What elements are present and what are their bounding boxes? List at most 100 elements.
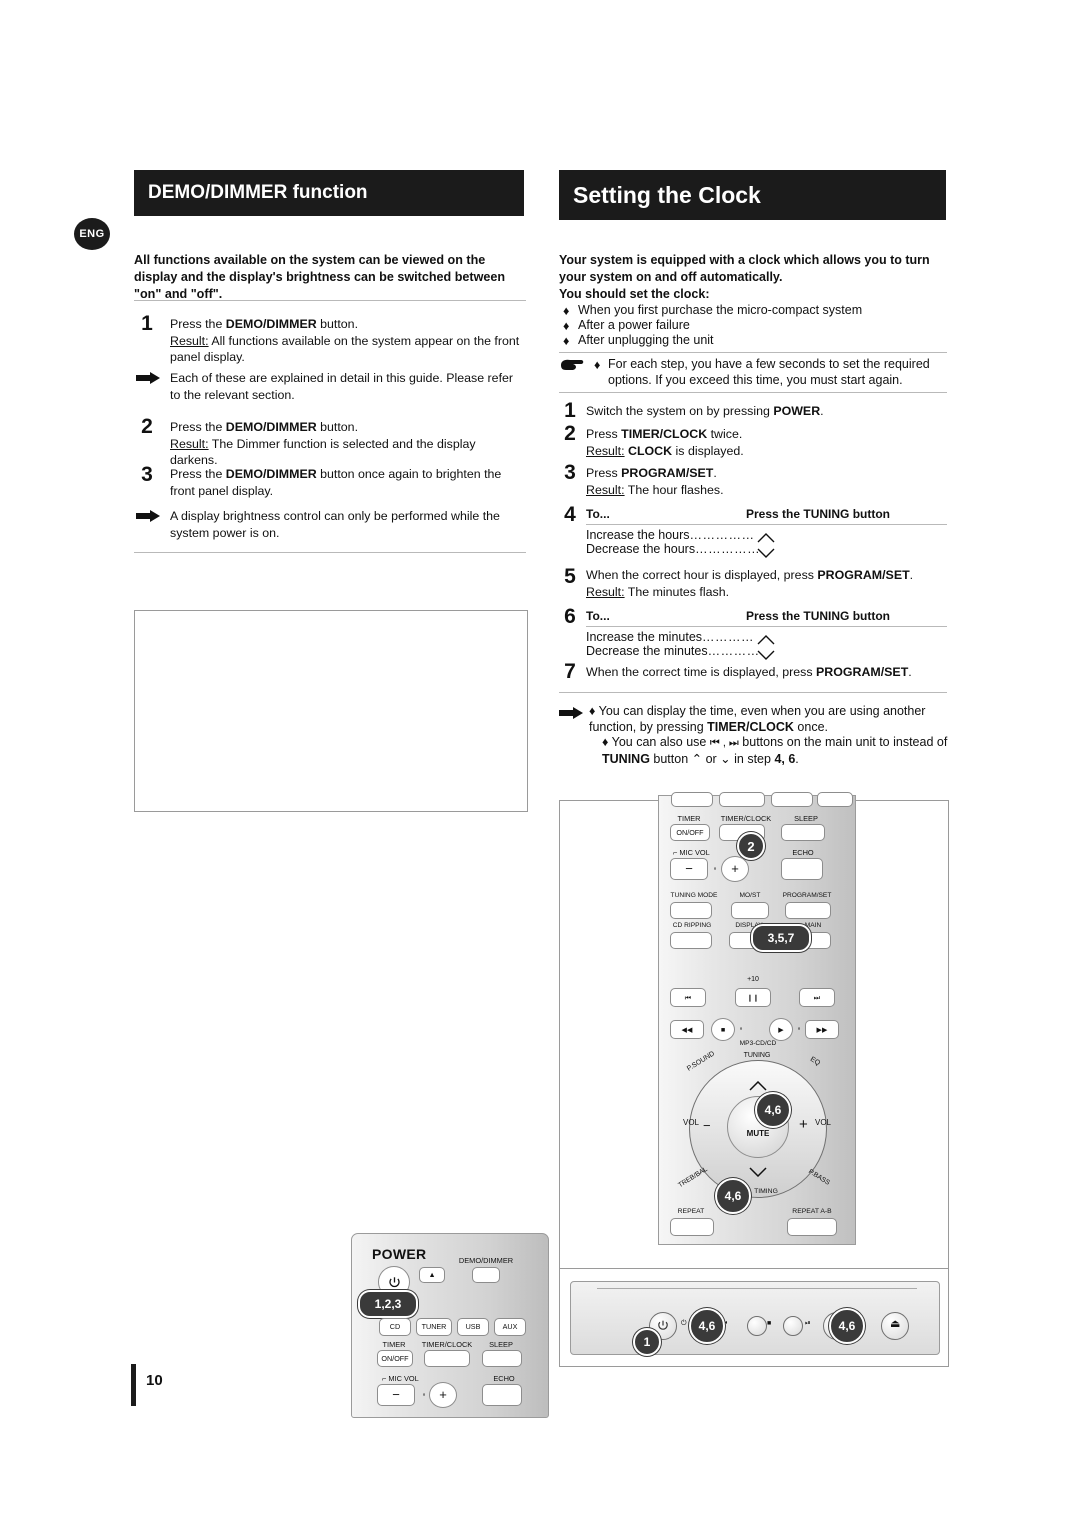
demo-dimmer-bold: DEMO/DIMMER xyxy=(225,317,317,331)
r-echo-button[interactable] xyxy=(781,858,823,880)
plus10-label: +10 xyxy=(747,976,759,983)
vol-right-label: VOL xyxy=(814,1118,831,1127)
demo-dimmer-bold-3: DEMO/DIMMER xyxy=(225,467,317,481)
sleep-button[interactable] xyxy=(482,1350,522,1367)
stop-button[interactable]: ■ xyxy=(711,1018,735,1041)
front-callout-4-6-b: 4,6 xyxy=(829,1308,865,1344)
timer-onoff-button[interactable]: ON/OFF xyxy=(377,1350,413,1367)
mic-vol-text: MIC VOL xyxy=(388,1374,419,1383)
vol-plus-icon[interactable]: + xyxy=(799,1116,808,1133)
r-timer-clock-label: TIMER/CLOCK xyxy=(720,814,772,823)
eject-knob[interactable]: ⏏ xyxy=(881,1312,909,1340)
table2-col2-header: Press the TUNING button xyxy=(746,609,891,623)
chev-dn-inline: ⌄ xyxy=(720,752,731,766)
front-marker-1: ⏻ xyxy=(681,1320,687,1327)
t2r2-dots: ………… xyxy=(707,644,760,658)
t2r1-dots: ………… xyxy=(702,630,755,644)
mic-vol-label: ⌐ MIC VOL xyxy=(382,1374,419,1383)
left-step-3-number: 3 xyxy=(141,463,153,486)
timer-clock-bold: TIMER/CLOCK xyxy=(621,427,708,441)
timer-clock-button[interactable] xyxy=(424,1350,470,1367)
play-button[interactable]: ▶ xyxy=(769,1018,793,1041)
divider-3 xyxy=(559,352,947,353)
next-track-button[interactable]: ⏭ xyxy=(799,988,835,1007)
aux-button[interactable]: AUX xyxy=(494,1318,526,1336)
table1-row2-label: Decrease the hours…………… xyxy=(586,541,760,557)
right-bullet-3: After unplugging the unit xyxy=(578,333,714,347)
right-step-2-number: 2 xyxy=(564,422,576,445)
right-intro-bold: Your system is equipped with a clock whi… xyxy=(559,253,930,284)
hand-pointer-icon xyxy=(559,358,585,377)
left-step-1-result: All functions available on the system ap… xyxy=(170,333,520,365)
manual-page: DEMO/DIMMER function Setting the Clock E… xyxy=(0,0,1080,1527)
right-step-4-number: 4 xyxy=(564,503,576,526)
program-set-bold-2: PROGRAM/SET xyxy=(817,568,910,582)
most-button[interactable] xyxy=(731,902,769,919)
echo-button[interactable] xyxy=(482,1384,522,1406)
r-sleep-label: SLEEP xyxy=(794,814,818,823)
t1r2-text: Decrease the hours xyxy=(586,542,696,556)
right-step-6-number: 6 xyxy=(564,605,576,628)
right-step-5-result: The minutes flash. xyxy=(627,584,730,599)
pause-button[interactable]: ❙❙ xyxy=(735,988,771,1007)
demo-dimmer-button[interactable] xyxy=(472,1267,500,1283)
t2r1-text: Increase the minutes xyxy=(586,630,703,644)
stop-knob[interactable] xyxy=(747,1316,767,1336)
tuner-button[interactable]: TUNER xyxy=(416,1318,452,1336)
callout-3-5-7: 3,5,7 xyxy=(751,924,811,952)
top-button-3[interactable] xyxy=(771,792,813,807)
r-sleep-button[interactable] xyxy=(781,824,825,841)
dot-marker: ∘ xyxy=(422,1391,427,1398)
callout-2: 2 xyxy=(737,832,765,860)
left-remote-figure: POWER ▲ DEMO/DIMMER 1,2,3 CD TUNER USB A… xyxy=(134,610,549,1418)
usb-button[interactable]: USB xyxy=(457,1318,489,1336)
fast-forward-button[interactable]: ▶▶ xyxy=(805,1020,839,1039)
right-bullet-2: After a power failure xyxy=(578,318,690,332)
repeat-ab-button[interactable] xyxy=(787,1218,837,1236)
top-button-4[interactable] xyxy=(817,792,853,807)
psound-label: P.SOUND xyxy=(686,1050,716,1073)
cd-button[interactable]: CD xyxy=(379,1318,411,1336)
program-set-label: PROGRAM/SET xyxy=(782,892,832,899)
table2-col1-header: To... xyxy=(586,609,610,623)
r-mic-minus-button[interactable]: − xyxy=(670,858,708,880)
r-micvol-text: MIC VOL xyxy=(679,848,710,857)
r-timer-label: TIMER xyxy=(677,814,701,823)
hand-note-text: For each step, you have a few seconds to… xyxy=(608,357,930,387)
vol-minus-icon[interactable]: − xyxy=(703,1118,711,1133)
right-step-5-result-label: Result: xyxy=(586,584,625,599)
note-arrow-icon-2 xyxy=(136,510,160,522)
chevron-down-icon-2 xyxy=(757,647,775,665)
right-step-1-text: Switch the system on by pressing POWER. xyxy=(586,404,824,418)
program-set-button[interactable] xyxy=(785,902,831,919)
prev-track-button[interactable]: ⏮ xyxy=(670,988,706,1007)
cd-ripping-button[interactable] xyxy=(670,932,712,949)
repeat-button[interactable] xyxy=(670,1218,714,1236)
play-knob[interactable] xyxy=(783,1316,803,1336)
page-number: 10 xyxy=(146,1372,163,1389)
r-timer-onoff-button[interactable]: ON/OFF xyxy=(670,824,710,841)
remote-top-illustration: POWER ▲ DEMO/DIMMER 1,2,3 CD TUNER USB A… xyxy=(351,1233,549,1418)
eject-button[interactable]: ▲ xyxy=(419,1267,445,1283)
tuning-down-icon[interactable] xyxy=(749,1164,767,1182)
top-button-1[interactable] xyxy=(671,792,713,807)
rewind-button[interactable]: ◀◀ xyxy=(670,1020,704,1039)
dot-right: ∘ xyxy=(797,1025,802,1032)
echo-label: ECHO xyxy=(493,1374,515,1383)
bullet-diamond-2: ♦ xyxy=(563,319,570,333)
top-button-2[interactable] xyxy=(719,792,765,807)
mic-vol-minus-button[interactable]: − xyxy=(377,1384,415,1406)
mic-vol-plus-button[interactable]: + xyxy=(429,1382,457,1408)
tuning-mode-button[interactable] xyxy=(670,902,712,919)
r-mic-plus-button[interactable]: + xyxy=(721,856,749,882)
left-intro-text: All functions available on the system ca… xyxy=(134,253,506,301)
section-title-demo-dimmer: DEMO/DIMMER function xyxy=(134,170,524,216)
cd-ripping-label: CD RIPPING xyxy=(672,922,712,929)
note-arrow-icon xyxy=(136,372,160,384)
front-panel-illustration: ⏏ ⏻ ⏮ ■ ⏯ ⏭ 4,6 4,6 1 xyxy=(570,1281,940,1356)
timer-clock-bold-2: TIMER/CLOCK xyxy=(707,720,794,734)
chevron-down-icon-1 xyxy=(757,545,775,563)
right-step-5-number: 5 xyxy=(564,565,576,588)
callout-4-6-b: 4,6 xyxy=(715,1178,751,1214)
left-step-2-text: Press the DEMO/DIMMER button. Result: Th… xyxy=(170,420,476,467)
